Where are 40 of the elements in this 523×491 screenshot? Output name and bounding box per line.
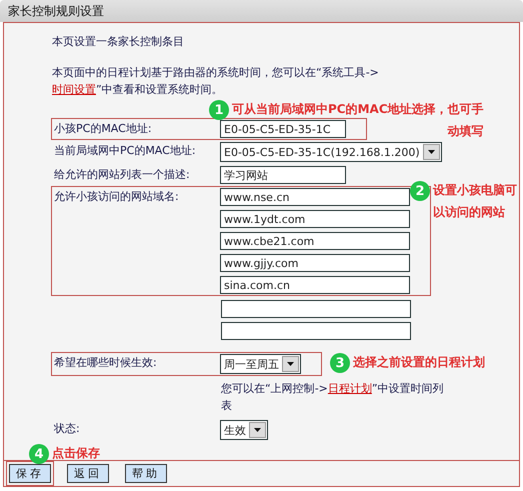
callout-text: 动填写: [448, 123, 484, 140]
caret-icon: [249, 422, 266, 438]
field-label: 当前局域网中PC的MAC地址:: [53, 143, 197, 159]
callout-text: 点击保存: [52, 445, 100, 462]
input-field[interactable]: www.1ydt.com: [220, 210, 410, 228]
input-field[interactable]: www.gjjy.com: [220, 254, 410, 272]
input-field[interactable]: sina.com.cn: [220, 276, 410, 294]
button[interactable]: 返回: [67, 464, 109, 483]
field-label: 给允许的网站列表一个描述:: [53, 167, 191, 183]
hint-text: 您可以在“上网控制->日程计划”中设置时间列表: [221, 381, 445, 414]
input-field[interactable]: [221, 322, 411, 340]
caret-icon: [422, 144, 440, 160]
dropdown[interactable]: E0-05-C5-ED-35-1C(192.168.1.200): [220, 142, 442, 162]
field-label: 希望在哪些时候生效:: [53, 355, 158, 371]
input-field[interactable]: 学习网站: [220, 166, 346, 184]
field-label: 允许小孩访问的网站域名:: [53, 189, 180, 205]
caret-icon: [282, 356, 299, 372]
input-field[interactable]: E0-05-C5-ED-35-1C: [220, 120, 346, 138]
step-badge: 2: [410, 181, 430, 201]
callout-text: 设置小孩电脑可: [433, 182, 517, 199]
field-label: 状态:: [53, 421, 81, 437]
link[interactable]: 时间设置: [52, 83, 96, 96]
intro-text: 本页设置一条家长控制条目: [52, 34, 185, 50]
note-text: 本页面中的日程计划基于路由器的系统时间，您可以在“系统工具-> 时间设置”中查看和设置系统时间。: [52, 65, 380, 98]
callout-text: 以访问的网站: [433, 204, 505, 221]
input-field[interactable]: www.nse.cn: [220, 188, 410, 206]
callout-text: 可从当前局域网中PC的MAC地址选择，也可手: [232, 101, 484, 118]
dropdown[interactable]: 生效: [220, 420, 268, 440]
window-title: 家长控制规则设置: [8, 2, 104, 20]
step-badge: 3: [330, 353, 350, 373]
button[interactable]: 保存: [9, 464, 51, 483]
dropdown[interactable]: 周一至周五: [220, 354, 301, 374]
field-label: 小孩PC的MAC地址:: [53, 121, 153, 137]
button[interactable]: 帮助: [125, 464, 167, 483]
input-field[interactable]: www.cbe21.com: [220, 232, 410, 250]
step-badge: 1: [209, 100, 229, 120]
link[interactable]: 日程计划: [328, 382, 372, 395]
callout-text: 选择之前设置的日程计划: [353, 354, 485, 371]
input-field[interactable]: [221, 300, 411, 318]
step-badge: 4: [29, 444, 49, 464]
